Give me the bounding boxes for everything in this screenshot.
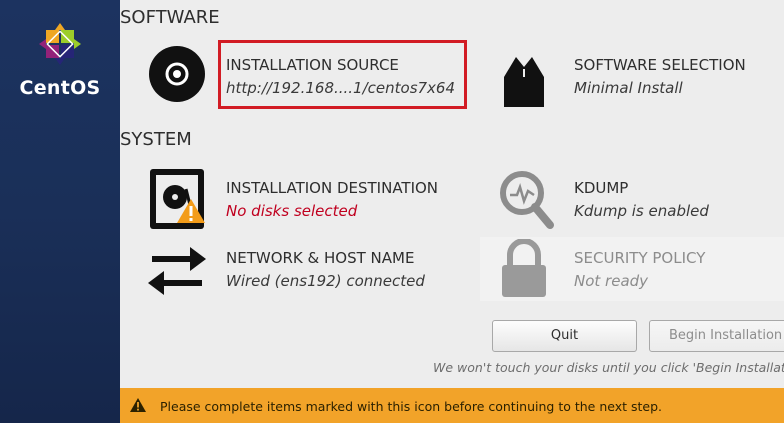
spoke-title: SECURITY POLICY bbox=[574, 249, 706, 267]
section-title-system: SYSTEM bbox=[120, 129, 192, 150]
spoke-status: Wired (ens192) connected bbox=[226, 272, 425, 290]
spoke-software-selection[interactable]: SOFTWARE SELECTION Minimal Install bbox=[490, 40, 780, 110]
disk-safety-note: We won't touch your disks until you clic… bbox=[433, 360, 784, 375]
spoke-installation-destination[interactable]: INSTALLATION DESTINATION No disks select… bbox=[140, 163, 480, 233]
brand-name: CentOS bbox=[19, 77, 101, 99]
sidebar: CentOS bbox=[0, 0, 120, 423]
network-arrows-icon bbox=[148, 247, 206, 295]
spoke-title: KDUMP bbox=[574, 179, 629, 197]
begin-installation-button[interactable]: Begin Installation bbox=[649, 320, 784, 352]
spoke-title: SOFTWARE SELECTION bbox=[574, 56, 746, 74]
highlight-box bbox=[218, 40, 467, 109]
spoke-status: Kdump is enabled bbox=[574, 202, 709, 220]
warning-bar: Please complete items marked with this i… bbox=[120, 388, 784, 423]
quit-button[interactable]: Quit bbox=[492, 320, 637, 352]
spoke-status: No disks selected bbox=[226, 202, 358, 220]
padlock-icon bbox=[502, 239, 546, 297]
package-icon bbox=[504, 57, 544, 107]
spoke-network-hostname[interactable]: NETWORK & HOST NAME Wired (ens192) conne… bbox=[140, 235, 480, 305]
spoke-status: Minimal Install bbox=[574, 79, 683, 97]
warning-icon bbox=[177, 199, 205, 223]
spoke-title: INSTALLATION DESTINATION bbox=[226, 179, 439, 197]
disc-icon bbox=[149, 46, 205, 102]
centos-logo-icon bbox=[39, 23, 81, 65]
spoke-kdump[interactable]: KDUMP Kdump is enabled bbox=[490, 163, 780, 233]
spoke-status: Not ready bbox=[574, 272, 649, 290]
warning-icon bbox=[130, 398, 146, 412]
spoke-security-policy[interactable]: SECURITY POLICY Not ready bbox=[480, 237, 784, 301]
magnifier-icon bbox=[500, 171, 554, 229]
hub-main: SOFTWARE INSTALLATION SOURCE http://192.… bbox=[120, 0, 784, 423]
spoke-title: NETWORK & HOST NAME bbox=[226, 249, 415, 267]
section-title-software: SOFTWARE bbox=[120, 7, 220, 28]
warning-text: Please complete items marked with this i… bbox=[160, 399, 663, 414]
